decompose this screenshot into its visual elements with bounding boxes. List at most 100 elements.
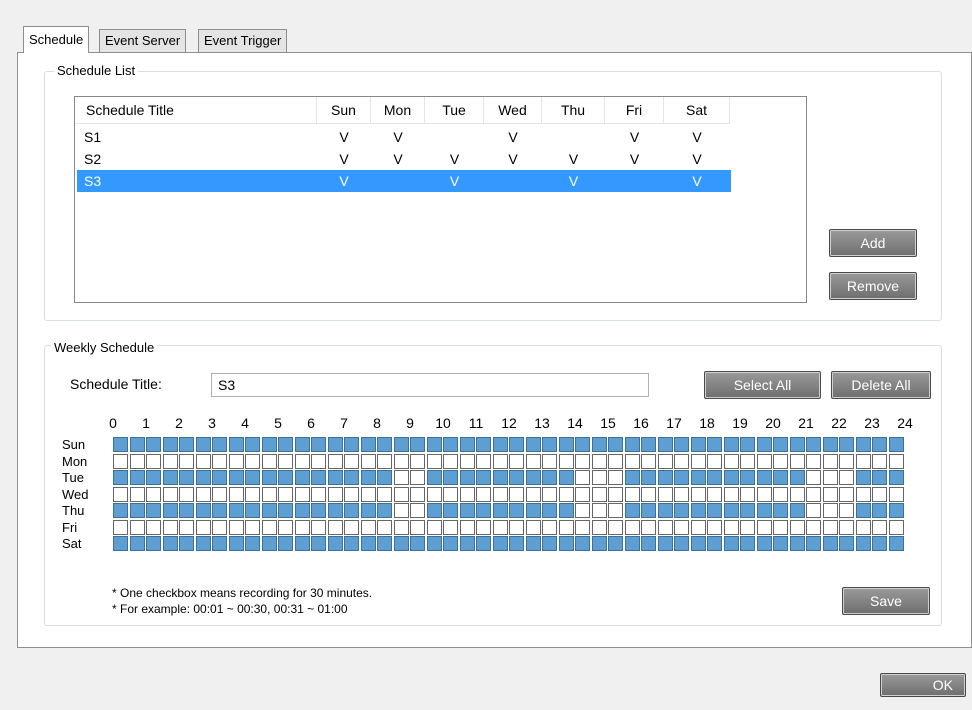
half-hour-checkbox[interactable] [195,486,211,502]
half-hour-checkbox[interactable] [789,453,805,469]
column-header-mon[interactable]: Mon [371,97,425,123]
half-hour-checkbox[interactable] [872,453,887,469]
half-hour-checkbox[interactable] [492,437,508,452]
half-hour-checkbox[interactable] [212,519,227,535]
half-hour-checkbox[interactable] [839,503,854,518]
half-hour-checkbox[interactable] [822,486,838,502]
half-hour-checkbox[interactable] [740,536,755,551]
half-hour-checkbox[interactable] [872,486,887,502]
half-hour-checkbox[interactable] [690,470,706,485]
half-hour-checkbox[interactable] [212,470,227,485]
half-hour-checkbox[interactable] [492,453,508,469]
half-hour-checkbox[interactable] [525,519,541,535]
half-hour-checkbox[interactable] [591,453,607,469]
half-hour-checkbox[interactable] [723,470,739,485]
half-hour-checkbox[interactable] [492,503,508,518]
half-hour-checkbox[interactable] [311,503,326,518]
half-hour-checkbox[interactable] [525,503,541,518]
half-hour-checkbox[interactable] [542,519,557,535]
half-hour-checkbox[interactable] [525,470,541,485]
half-hour-checkbox[interactable] [113,486,128,502]
half-hour-checkbox[interactable] [261,486,277,502]
half-hour-checkbox[interactable] [855,437,871,452]
half-hour-checkbox[interactable] [558,503,574,518]
half-hour-checkbox[interactable] [360,437,376,452]
half-hour-checkbox[interactable] [707,486,722,502]
half-hour-checkbox[interactable] [773,486,788,502]
half-hour-checkbox[interactable] [608,486,623,502]
half-hour-checkbox[interactable] [888,486,904,502]
half-hour-checkbox[interactable] [641,470,656,485]
half-hour-checkbox[interactable] [162,453,178,469]
half-hour-checkbox[interactable] [195,536,211,551]
half-hour-checkbox[interactable] [888,503,904,518]
half-hour-checkbox[interactable] [608,503,623,518]
half-hour-checkbox[interactable] [542,470,557,485]
select-all-button[interactable]: Select All [704,371,821,399]
half-hour-checkbox[interactable] [773,536,788,551]
half-hour-checkbox[interactable] [162,503,178,518]
half-hour-checkbox[interactable] [311,486,326,502]
half-hour-checkbox[interactable] [294,486,310,502]
half-hour-checkbox[interactable] [261,470,277,485]
half-hour-checkbox[interactable] [179,536,194,551]
half-hour-checkbox[interactable] [756,470,772,485]
half-hour-checkbox[interactable] [228,536,244,551]
half-hour-checkbox[interactable] [624,470,640,485]
half-hour-checkbox[interactable] [542,453,557,469]
half-hour-checkbox[interactable] [624,453,640,469]
half-hour-checkbox[interactable] [212,536,227,551]
half-hour-checkbox[interactable] [872,470,887,485]
half-hour-checkbox[interactable] [608,437,623,452]
half-hour-checkbox[interactable] [195,470,211,485]
half-hour-checkbox[interactable] [228,503,244,518]
half-hour-checkbox[interactable] [756,503,772,518]
half-hour-checkbox[interactable] [245,437,260,452]
half-hour-checkbox[interactable] [261,453,277,469]
half-hour-checkbox[interactable] [509,536,524,551]
half-hour-checkbox[interactable] [426,486,442,502]
half-hour-checkbox[interactable] [311,437,326,452]
column-header-thu[interactable]: Thu [542,97,605,123]
half-hour-checkbox[interactable] [146,486,161,502]
half-hour-checkbox[interactable] [558,470,574,485]
half-hour-checkbox[interactable] [113,536,128,551]
half-hour-checkbox[interactable] [162,470,178,485]
half-hour-checkbox[interactable] [113,437,128,452]
half-hour-checkbox[interactable] [476,470,491,485]
half-hour-checkbox[interactable] [822,519,838,535]
half-hour-checkbox[interactable] [492,536,508,551]
half-hour-checkbox[interactable] [690,453,706,469]
half-hour-checkbox[interactable] [575,437,590,452]
half-hour-checkbox[interactable] [740,519,755,535]
half-hour-checkbox[interactable] [179,519,194,535]
half-hour-checkbox[interactable] [624,536,640,551]
half-hour-checkbox[interactable] [657,536,673,551]
half-hour-checkbox[interactable] [327,437,343,452]
half-hour-checkbox[interactable] [657,453,673,469]
half-hour-checkbox[interactable] [410,486,425,502]
half-hour-checkbox[interactable] [476,536,491,551]
half-hour-checkbox[interactable] [129,519,145,535]
half-hour-checkbox[interactable] [344,536,359,551]
half-hour-checkbox[interactable] [740,470,755,485]
half-hour-checkbox[interactable] [525,536,541,551]
half-hour-checkbox[interactable] [278,486,293,502]
half-hour-checkbox[interactable] [641,453,656,469]
half-hour-checkbox[interactable] [278,470,293,485]
half-hour-checkbox[interactable] [674,536,689,551]
half-hour-checkbox[interactable] [773,453,788,469]
half-hour-checkbox[interactable] [195,519,211,535]
half-hour-checkbox[interactable] [377,536,392,551]
half-hour-checkbox[interactable] [228,470,244,485]
half-hour-checkbox[interactable] [113,503,128,518]
half-hour-checkbox[interactable] [674,519,689,535]
half-hour-checkbox[interactable] [179,437,194,452]
half-hour-checkbox[interactable] [410,536,425,551]
half-hour-checkbox[interactable] [789,536,805,551]
half-hour-checkbox[interactable] [426,519,442,535]
half-hour-checkbox[interactable] [344,486,359,502]
half-hour-checkbox[interactable] [179,470,194,485]
schedule-list[interactable]: Schedule Title Sun Mon Tue Wed Thu Fri S… [74,96,807,303]
half-hour-checkbox[interactable] [839,486,854,502]
